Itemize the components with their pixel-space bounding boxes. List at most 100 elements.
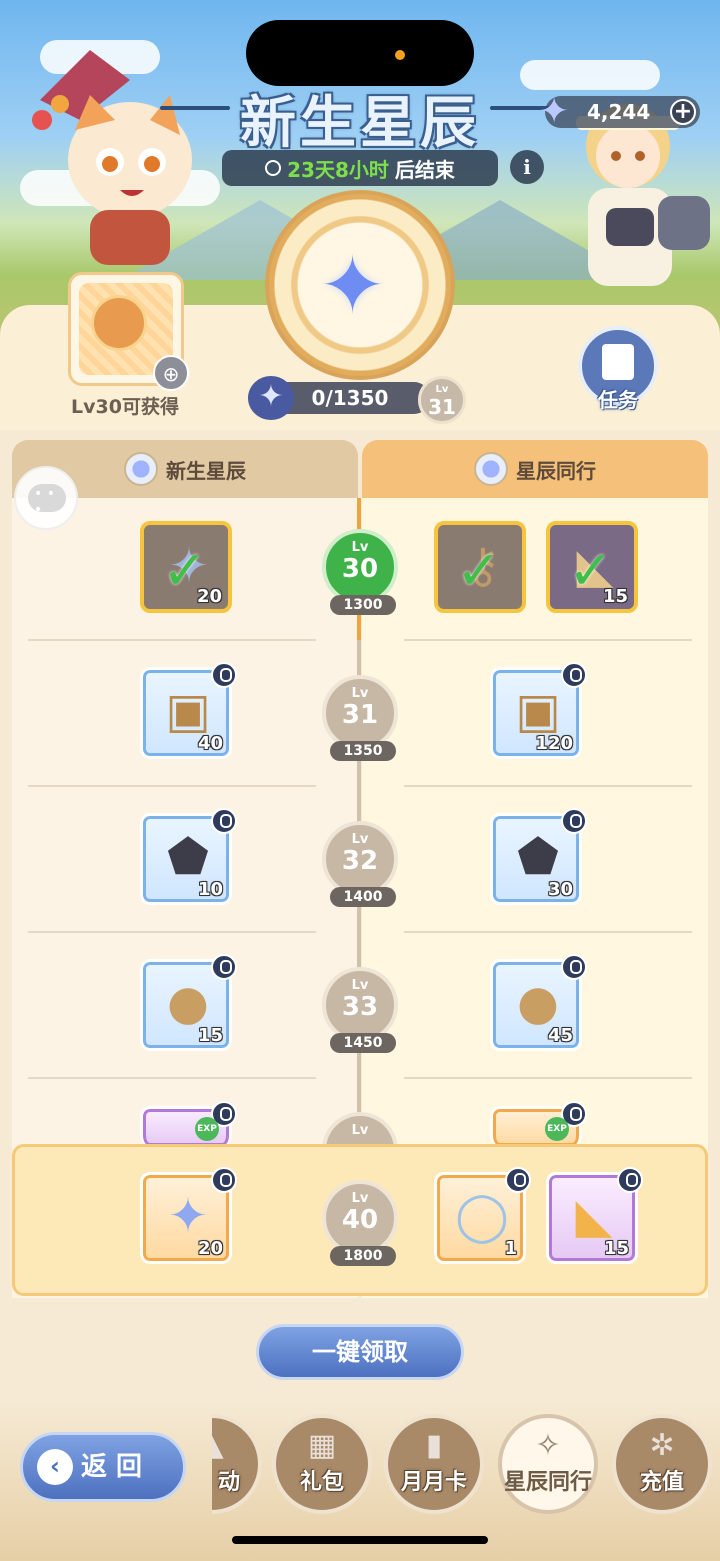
- level-prefix: Lv: [351, 686, 369, 701]
- reward-cell-free[interactable]: ✦ 20: [140, 1167, 237, 1264]
- task-book-icon: [602, 344, 634, 380]
- reward-qty: 1: [504, 1238, 517, 1259]
- tab-paid-label: 星辰同行: [516, 458, 596, 483]
- reward-cell-paid[interactable]: ⬟ 30: [490, 808, 587, 905]
- reward-cell-paid[interactable]: ◣ 15: [546, 1167, 643, 1264]
- reward-qty: 20: [197, 1238, 223, 1259]
- currency-display: ✦ 4,244 +: [539, 91, 700, 132]
- level-number: 31: [428, 395, 456, 419]
- claim-all-button[interactable]: 一键领取: [256, 1324, 464, 1380]
- task-label: 任务: [598, 388, 638, 412]
- level-number: 30: [341, 554, 379, 584]
- timer-remaining: 23天8小时: [287, 157, 389, 182]
- reward-preview[interactable]: ⊕: [68, 272, 189, 391]
- reward-qty: 40: [197, 733, 223, 754]
- bell-icon: ▲: [212, 1422, 258, 1470]
- cloud: [520, 60, 660, 90]
- nav-item-star-pass[interactable]: ✧ 星辰同行: [498, 1414, 598, 1514]
- row-divider: [28, 931, 316, 933]
- row-divider: [404, 931, 692, 933]
- tab-paid-track[interactable]: 星辰同行: [362, 440, 708, 498]
- reward-cell-paid[interactable]: EXP: [490, 1101, 587, 1146]
- nav-label: 动: [217, 1470, 240, 1495]
- nav-item-gift[interactable]: ▦ 礼包: [272, 1414, 372, 1514]
- level-points: 1450: [330, 1033, 396, 1053]
- reward-cell-paid[interactable]: ⚷ ✓: [434, 521, 526, 613]
- level-prefix: Lv: [351, 1191, 369, 1206]
- nav-item-event[interactable]: ▲ 动: [212, 1414, 262, 1514]
- level-node: Lv 31 1350: [322, 675, 398, 761]
- level-badge: Lv 31: [418, 376, 466, 424]
- reward-qty: 30: [547, 879, 573, 900]
- reward-cell-free[interactable]: ▣ 40: [140, 662, 237, 759]
- row-divider: [404, 1077, 692, 1079]
- tab-free-label: 新生星辰: [166, 458, 246, 483]
- reward-cell-free[interactable]: ⬟ 10: [140, 808, 237, 905]
- exp-badge: EXP: [545, 1117, 569, 1141]
- nav-label: 充值: [639, 1470, 684, 1495]
- reward-cell-free[interactable]: ✦ ✓ 20: [140, 521, 232, 613]
- reward-qty: 120: [535, 733, 573, 754]
- gem-icon: ✲: [649, 1428, 675, 1463]
- star-gem-icon: ✦: [539, 91, 570, 132]
- reward-qty: 20: [196, 586, 222, 607]
- level-node: Lv 40 1800: [322, 1180, 398, 1266]
- key-icon: [91, 295, 147, 351]
- reward-row-lv33: ● 15 ● 45 Lv 33 1450: [0, 943, 720, 1089]
- recording-indicator: [395, 50, 405, 60]
- star-gem-icon: ✦: [319, 239, 387, 332]
- reward-row-lv31: ▣ 40 ▣ 120 Lv 31 1350: [0, 651, 720, 797]
- lock-icon: [505, 1167, 531, 1193]
- reward-qty: 45: [547, 1025, 573, 1046]
- level-node: Lv 33 1450: [322, 967, 398, 1053]
- lock-icon: [211, 954, 237, 980]
- nav-item-monthly-card[interactable]: ▮ 月月卡: [384, 1414, 484, 1514]
- star-gem-icon: [474, 452, 508, 486]
- level-points: 1350: [330, 741, 396, 761]
- level-points: 1300: [330, 595, 396, 615]
- level-number: 40: [341, 1205, 379, 1235]
- gift-icon: ▦: [307, 1428, 337, 1463]
- row-divider: [28, 785, 316, 787]
- lock-icon: [561, 662, 587, 688]
- zoom-in-icon[interactable]: ⊕: [153, 355, 189, 391]
- level-prefix: Lv: [351, 540, 369, 555]
- nav-label: 月月卡: [400, 1470, 467, 1495]
- level-prefix: Lv: [351, 1123, 369, 1138]
- back-button[interactable]: ‹ 返 回: [20, 1432, 186, 1502]
- add-currency-button[interactable]: +: [670, 99, 696, 125]
- reward-cell-paid[interactable]: ● 45: [490, 954, 587, 1051]
- reward-cell-paid[interactable]: ◣ ✓ 15: [546, 521, 638, 613]
- home-indicator: [232, 1536, 488, 1544]
- lock-icon: [561, 954, 587, 980]
- reward-cell-paid[interactable]: ◯ 1: [434, 1167, 531, 1264]
- reward-cell-paid[interactable]: ▣ 120: [490, 662, 587, 759]
- reward-cell-free[interactable]: EXP: [140, 1101, 237, 1146]
- level-prefix: Lv: [351, 978, 369, 993]
- level-prefix: Lv: [351, 832, 369, 847]
- cat-card-icon: ▮: [425, 1428, 443, 1463]
- reward-row-lv30: ✦ ✓ 20 ⚷ ✓ ◣ ✓ 15 Lv 30 1300: [0, 505, 720, 651]
- preview-label: Lv30可获得: [71, 396, 179, 418]
- nav-label: 礼包: [299, 1470, 344, 1495]
- level-points: 1800: [330, 1246, 396, 1266]
- row-divider: [404, 785, 692, 787]
- back-arrow-icon: ‹: [37, 1449, 73, 1485]
- level-node: Lv 32 1400: [322, 821, 398, 907]
- info-icon[interactable]: i: [510, 150, 544, 184]
- reward-cell-free[interactable]: ● 15: [140, 954, 237, 1051]
- level-number: 32: [341, 846, 379, 876]
- level-node: Lv 30 1300: [322, 529, 398, 615]
- reward-qty: 15: [602, 586, 628, 607]
- clock-icon: [265, 160, 282, 176]
- event-timer: 23天8小时 后结束: [222, 150, 498, 186]
- nav-label: 星辰同行: [503, 1470, 592, 1495]
- lock-icon: [211, 808, 237, 834]
- check-icon: ✓: [456, 539, 502, 602]
- event-title: 新生星辰: [240, 91, 480, 156]
- level-number: 31: [341, 700, 379, 730]
- reward-row-lv32: ⬟ 10 ⬟ 30 Lv 32 1400: [0, 797, 720, 943]
- exp-badge: EXP: [195, 1117, 219, 1141]
- star-gem-icon: [124, 452, 158, 486]
- nav-item-recharge[interactable]: ✲ 充值: [612, 1414, 712, 1514]
